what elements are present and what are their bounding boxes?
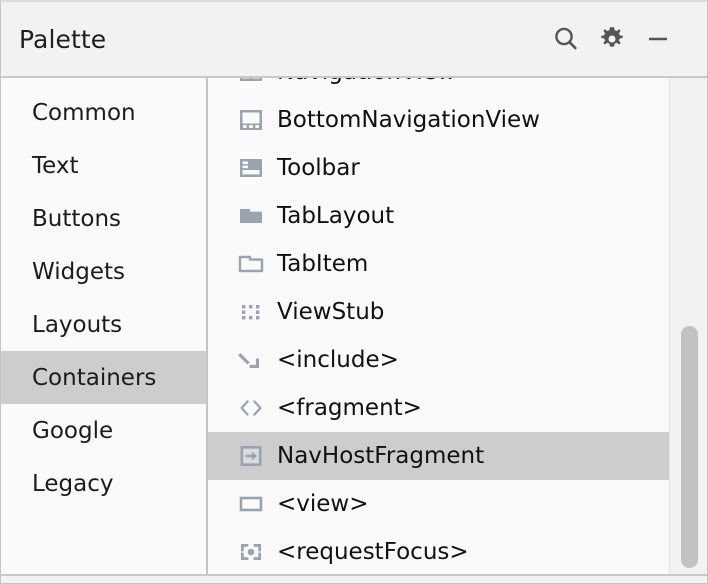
component-item-include[interactable]: <include> <box>208 336 707 384</box>
component-item-tabitem[interactable]: TabItem <box>208 240 707 288</box>
component-item-navigationview[interactable]: NavigationView <box>208 78 707 96</box>
component-item-toolbar[interactable]: Toolbar <box>208 144 707 192</box>
component-item-navhostfragment[interactable]: NavHostFragment <box>208 432 707 480</box>
minimize-icon <box>643 24 673 54</box>
category-item-google[interactable]: Google <box>1 404 206 457</box>
component-label: BottomNavigationView <box>277 109 540 132</box>
category-item-layouts[interactable]: Layouts <box>1 298 206 351</box>
view-rect-icon <box>238 491 264 517</box>
category-label: Text <box>32 153 79 179</box>
category-item-buttons[interactable]: Buttons <box>1 192 206 245</box>
component-item-requestfocus[interactable]: <requestFocus> <box>208 528 707 574</box>
component-item-fragment[interactable]: <fragment> <box>208 384 707 432</box>
include-arrow-icon <box>238 347 264 373</box>
component-list-panel: NavigationView BottomNavigationView <box>208 78 707 574</box>
component-label: TabItem <box>277 253 368 276</box>
request-focus-icon <box>238 539 264 565</box>
scrollbar-thumb[interactable] <box>681 326 698 568</box>
tab-item-icon <box>238 251 264 277</box>
category-label: Containers <box>32 365 156 391</box>
palette-tool-window: Palette <box>0 0 708 584</box>
category-label: Common <box>32 100 136 126</box>
tab-layout-icon <box>238 203 264 229</box>
component-item-viewstub[interactable]: ViewStub <box>208 288 707 336</box>
component-label: <include> <box>277 349 399 372</box>
category-item-legacy[interactable]: Legacy <box>1 457 206 510</box>
component-item-tablayout[interactable]: TabLayout <box>208 192 707 240</box>
category-list: Common Text Buttons Widgets Layouts Cont… <box>1 78 208 574</box>
component-list: NavigationView BottomNavigationView <box>208 78 707 574</box>
palette-body: Common Text Buttons Widgets Layouts Cont… <box>1 78 707 574</box>
component-item-bottomnavigationview[interactable]: BottomNavigationView <box>208 96 707 144</box>
component-label: NavigationView <box>277 78 456 84</box>
category-item-text[interactable]: Text <box>1 139 206 192</box>
component-label: <fragment> <box>277 397 422 420</box>
settings-button[interactable] <box>589 16 635 62</box>
bottom-navigation-view-icon <box>238 107 264 133</box>
component-label: <requestFocus> <box>277 541 469 564</box>
component-label: ViewStub <box>277 301 384 324</box>
category-label: Layouts <box>32 312 122 338</box>
category-label: Widgets <box>32 259 125 285</box>
component-label: NavHostFragment <box>277 445 484 468</box>
component-label: <view> <box>277 493 369 516</box>
category-label: Buttons <box>32 206 121 232</box>
category-item-widgets[interactable]: Widgets <box>1 245 206 298</box>
toolbar-icon <box>238 155 264 181</box>
search-icon <box>551 24 581 54</box>
fragment-angle-brackets-icon <box>238 395 264 421</box>
component-list-scrollbar[interactable] <box>669 78 707 574</box>
component-label: TabLayout <box>277 205 394 228</box>
navigation-view-icon <box>238 78 264 85</box>
window-bottom-edge <box>1 574 707 583</box>
category-item-common[interactable]: Common <box>1 86 206 139</box>
category-label: Google <box>32 418 113 444</box>
search-button[interactable] <box>543 16 589 62</box>
component-item-view[interactable]: <view> <box>208 480 707 528</box>
view-stub-icon <box>238 299 264 325</box>
category-item-containers[interactable]: Containers <box>1 351 206 404</box>
page-title: Palette <box>19 25 543 54</box>
gear-icon <box>597 24 627 54</box>
nav-host-fragment-icon <box>238 443 264 469</box>
component-label: Toolbar <box>277 157 360 180</box>
minimize-button[interactable] <box>635 16 681 62</box>
category-label: Legacy <box>32 471 114 497</box>
palette-header: Palette <box>1 2 707 78</box>
